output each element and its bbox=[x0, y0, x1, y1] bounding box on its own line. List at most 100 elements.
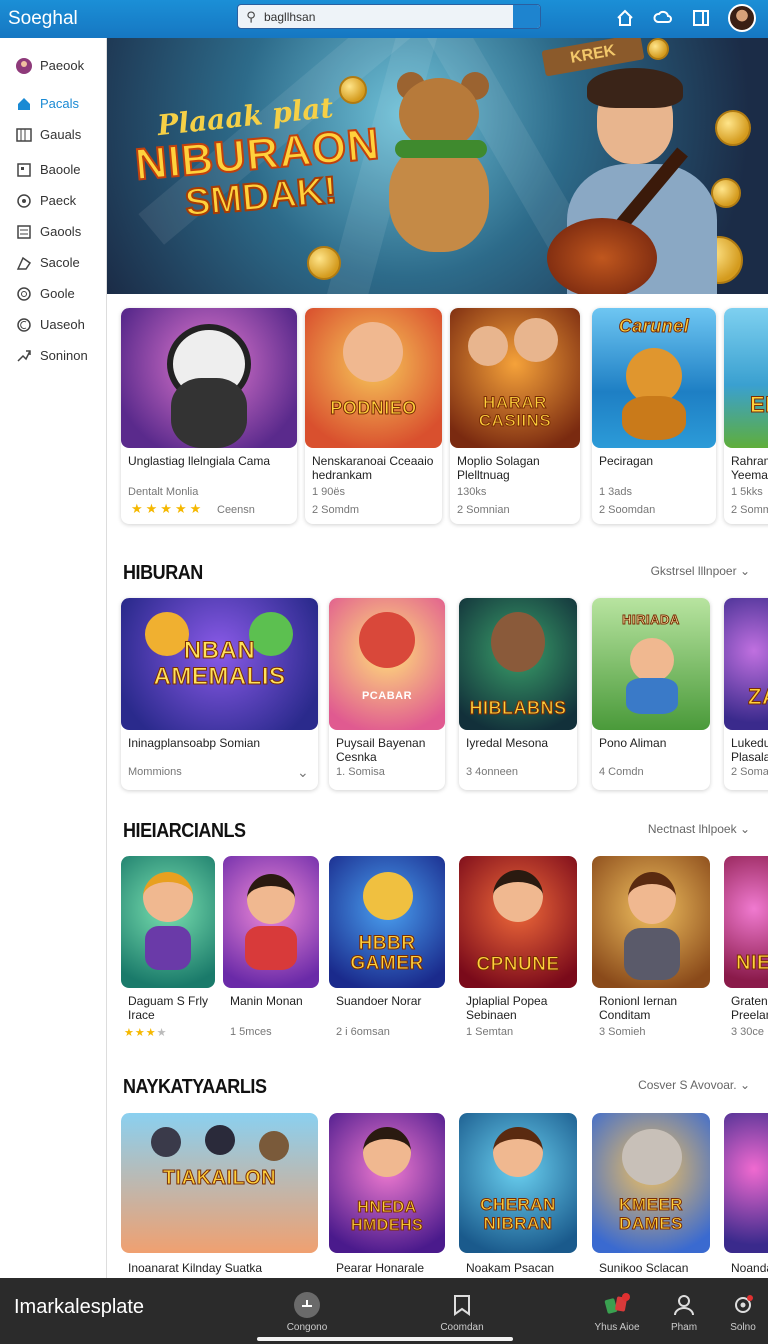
person-icon bbox=[671, 1292, 697, 1318]
game-title: Peciragan bbox=[599, 454, 654, 468]
game-card[interactable]: TIAKAILON Inoanarat Kilnday Suatka bbox=[121, 1113, 318, 1278]
sidebar-item-shape[interactable]: Sacole bbox=[0, 247, 106, 278]
thumbnail-title: PCABAR bbox=[361, 690, 413, 702]
game-meta: Ceensn bbox=[217, 504, 255, 516]
bookmark-icon bbox=[449, 1292, 475, 1318]
square-icon bbox=[14, 162, 34, 178]
game-card[interactable]: Ronionl Iernan Conditam 3 Somieh bbox=[592, 856, 710, 1052]
game-title: Manin Monan bbox=[230, 994, 303, 1008]
bottom-nav-item[interactable]: Solno bbox=[713, 1292, 768, 1333]
thumbnail-title: EL bbox=[750, 392, 768, 418]
game-title: Rahram Yeemae bbox=[731, 454, 768, 482]
sidebar-item-square[interactable]: Baoole bbox=[0, 154, 106, 185]
game-card[interactable]: Carunel Peciragan 1 3ads 2 Soomdan bbox=[592, 308, 716, 524]
sidebar-item-profile[interactable]: Paeook bbox=[0, 50, 106, 81]
thumbnail-title: ZAL bbox=[748, 684, 768, 710]
game-card[interactable]: HBBR GAMER Suandoer Norar 2 i 6omsan bbox=[329, 856, 445, 1052]
game-card[interactable]: EL Rahram Yeemae 1 5kks 2 Somm bbox=[724, 308, 768, 524]
home-icon[interactable] bbox=[614, 7, 636, 29]
game-card[interactable]: PODNIEO Nenskaranoai Cceaaio hedrankam 1… bbox=[305, 308, 442, 524]
thumbnail-title: KMEER DAMES bbox=[619, 1195, 683, 1234]
search-input[interactable] bbox=[264, 9, 514, 24]
thumbnail-title: HARAR CASIINS bbox=[478, 393, 552, 430]
cloud-icon[interactable] bbox=[652, 7, 674, 29]
game-title: Unglastiag llelngiala Cama bbox=[128, 454, 271, 468]
bottom-nav-item[interactable]: Coomdan bbox=[432, 1292, 492, 1333]
game-thumbnail bbox=[121, 308, 297, 448]
panel-icon[interactable] bbox=[690, 7, 712, 29]
bottom-nav-item[interactable]: Congono bbox=[277, 1292, 337, 1333]
search-button[interactable] bbox=[513, 5, 540, 28]
sidebar-item-label: Paeck bbox=[40, 193, 77, 208]
thumbnail-title: CHERAN NIBRAN bbox=[480, 1195, 556, 1234]
chevron-down-icon: ⌄ bbox=[739, 1078, 750, 1092]
game-card[interactable]: CHERAN NIBRAN Noakam Psacan bbox=[459, 1113, 577, 1278]
chevron-down-icon[interactable]: ⌄ bbox=[297, 764, 309, 781]
search-box[interactable]: ⚲ bbox=[237, 4, 541, 29]
settings-icon bbox=[730, 1292, 756, 1318]
game-subtitle: 130ks bbox=[457, 486, 487, 498]
game-meta: 2 Somm bbox=[731, 504, 768, 516]
game-thumbnail: PCABAR bbox=[329, 598, 445, 730]
avatar[interactable] bbox=[728, 4, 756, 32]
search-icon: ⚲ bbox=[246, 8, 256, 24]
game-thumbnail: NBAN AMEMALIS bbox=[121, 598, 318, 730]
game-card[interactable]: NBAN AMEMALIS Ininagplansoabp Somian Mom… bbox=[121, 598, 318, 790]
game-card[interactable]: CPNUNE Jplaplial Popea Sebinaen 1 Semtan bbox=[459, 856, 577, 1052]
game-thumbnail: CPNUNE bbox=[459, 856, 577, 988]
section-see-all-link[interactable]: Nectnast lhlpoek ⌄ bbox=[648, 822, 750, 836]
sidebar-item-list[interactable]: Gaools bbox=[0, 216, 106, 247]
section-see-all-link[interactable]: Cosver S Avovoar. ⌄ bbox=[638, 1078, 750, 1092]
game-thumbnail: HIRIADA bbox=[592, 598, 710, 730]
game-card[interactable]: KMEER DAMES Sunikoo Sclacan bbox=[592, 1113, 710, 1278]
upload-icon bbox=[294, 1292, 320, 1318]
game-card[interactable]: HIBLABNS Iyredal Mesona 3 4onneen bbox=[459, 598, 577, 790]
game-thumbnail: HARAR CASIINS bbox=[450, 308, 580, 448]
sidebar-item-home[interactable]: Pacals bbox=[0, 88, 106, 119]
game-title: Moplio Solagan Plelltnuag bbox=[457, 454, 540, 482]
link-label: Nectnast lhlpoek bbox=[647, 822, 737, 836]
game-subtitle: 1 3ads bbox=[599, 486, 633, 498]
game-subtitle: Mommions bbox=[128, 766, 182, 778]
bottom-nav-label: Yhus Aioe bbox=[594, 1322, 640, 1333]
game-card[interactable]: NIE Gratenn Preelan 3 30ce bbox=[724, 856, 768, 1052]
bottom-nav-item[interactable]: Pham bbox=[654, 1292, 714, 1333]
chevron-down-icon: ⌄ bbox=[739, 564, 750, 578]
game-card[interactable]: Daguam S Frly Irace ★★★★ bbox=[121, 856, 215, 1052]
sidebar-item-grid[interactable]: Gauals bbox=[0, 119, 106, 150]
game-card[interactable]: HARAR CASIINS Moplio Solagan Plelltnuag … bbox=[450, 308, 580, 524]
game-card[interactable]: ZAL Lukedu Plasala 2 Soma bbox=[724, 598, 768, 790]
bottom-nav-label: Congono bbox=[286, 1322, 328, 1333]
game-card[interactable]: Unglastiag llelngiala Cama Dentalt Monli… bbox=[121, 308, 297, 524]
game-subtitle: 1. Somisa bbox=[336, 766, 385, 778]
game-card[interactable]: HIRIADA Pono Aliman 4 Comdn bbox=[592, 598, 710, 790]
sidebar-item-label: Pacals bbox=[40, 96, 80, 111]
game-thumbnail: CHERAN NIBRAN bbox=[459, 1113, 577, 1253]
sidebar: Paeook Pacals Gauals Baoole Paeck Gaools… bbox=[0, 38, 107, 1278]
game-card[interactable]: Manin Monan 1 5mces bbox=[223, 856, 319, 1052]
game-card[interactable]: Noandar bbox=[724, 1113, 768, 1278]
game-title: Pearar Honarale bbox=[336, 1261, 425, 1275]
section-title: HIEIARCIANLS bbox=[123, 820, 246, 842]
apps-icon bbox=[604, 1292, 630, 1318]
game-thumbnail: EL bbox=[724, 308, 768, 448]
sidebar-item-circle[interactable]: Goole bbox=[0, 278, 106, 309]
sidebar-item-target[interactable]: Paeck bbox=[0, 185, 106, 216]
game-card[interactable]: PCABAR Puysail Bayenan Cesnka 1. Somisa bbox=[329, 598, 445, 790]
hero-banner[interactable]: Plaaak plat NIBURAON SMDAK! KREK bbox=[107, 38, 768, 294]
game-title: Daguam S Frly Irace bbox=[128, 994, 209, 1022]
thumbnail-title: HIRIADA bbox=[622, 612, 680, 628]
game-card[interactable]: HNEDA HMDEHS Pearar Honarale bbox=[329, 1113, 445, 1278]
circle-icon bbox=[14, 286, 34, 302]
bottom-nav-label: Coomdan bbox=[440, 1322, 484, 1333]
sidebar-item-share[interactable]: Soninon bbox=[0, 340, 106, 371]
sidebar-item-c[interactable]: Uaseoh bbox=[0, 309, 106, 340]
bottom-nav-item[interactable]: Yhus Aioe bbox=[587, 1292, 647, 1333]
game-title: Nenskaranoai Cceaaio hedrankam bbox=[312, 454, 434, 482]
game-subtitle: 4 Comdn bbox=[599, 766, 644, 778]
section-title: NAYKATYAARLIS bbox=[123, 1076, 267, 1098]
sidebar-item-label: Gauals bbox=[40, 127, 82, 142]
game-title: Ronionl Iernan Conditam bbox=[599, 994, 678, 1022]
section-see-all-link[interactable]: Gkstrsel lllnpoer ⌄ bbox=[651, 564, 750, 578]
coin-image bbox=[307, 246, 341, 280]
